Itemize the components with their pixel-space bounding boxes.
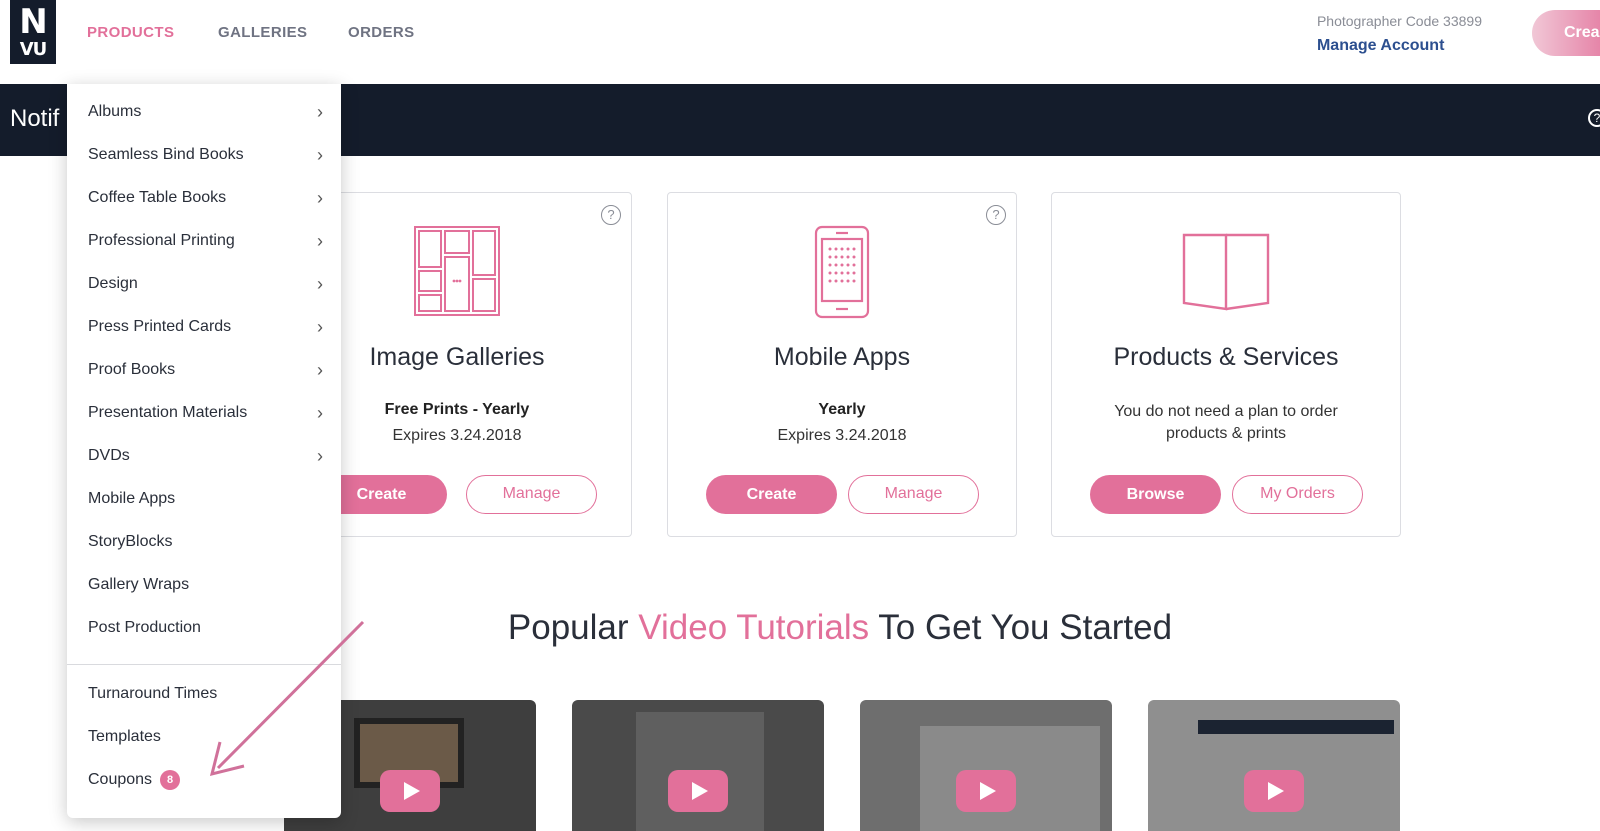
menu-item-mobile-apps[interactable]: Mobile Apps xyxy=(88,479,323,519)
menu-item-proof-books[interactable]: Proof Books › xyxy=(88,350,323,390)
nav-orders[interactable]: ORDERS xyxy=(348,24,415,41)
menu-item-press-printed-cards[interactable]: Press Printed Cards › xyxy=(88,307,323,347)
menu-item-label: Coffee Table Books xyxy=(88,189,227,206)
chevron-right-icon: › xyxy=(317,102,323,122)
question-icon[interactable]: ? xyxy=(601,205,621,225)
chevron-right-icon: › xyxy=(317,145,323,165)
nvu-logo[interactable]: N VU xyxy=(10,0,56,64)
plan-name: Yearly xyxy=(818,401,866,418)
tutorials-heading: Popular Video Tutorials To Get You Start… xyxy=(340,608,1340,648)
chevron-right-icon: › xyxy=(317,231,323,251)
card-title: Products & Services xyxy=(1113,343,1339,371)
logo-letters-vu: VU xyxy=(19,39,48,60)
gallery-grid-icon xyxy=(414,226,500,316)
menu-item-coffee-table-books[interactable]: Coffee Table Books › xyxy=(88,178,323,218)
menu-item-turnaround-times[interactable]: Turnaround Times xyxy=(88,674,323,714)
menu-item-design[interactable]: Design › xyxy=(88,264,323,304)
chevron-right-icon: › xyxy=(317,446,323,466)
play-icon[interactable] xyxy=(380,770,440,812)
menu-item-label: Design xyxy=(88,275,138,292)
manage-app-button[interactable]: Manage xyxy=(848,475,979,514)
card-products-services: Products & Services You do not need a pl… xyxy=(1051,192,1401,537)
chevron-right-icon: › xyxy=(317,188,323,208)
menu-item-albums[interactable]: Albums › xyxy=(88,92,323,132)
logo-letter-n: N xyxy=(19,2,47,42)
menu-item-label: Presentation Materials xyxy=(88,404,248,421)
video-thumbnail[interactable] xyxy=(1148,700,1400,831)
menu-item-seamless-bind-books[interactable]: Seamless Bind Books › xyxy=(88,135,323,175)
menu-item-post-production[interactable]: Post Production xyxy=(88,608,323,648)
app-root: N VU PRODUCTS GALLERIES ORDERS Photograp… xyxy=(0,0,1600,831)
create-app-button[interactable]: Create xyxy=(706,475,837,514)
chevron-right-icon: › xyxy=(317,403,323,423)
products-dropdown-menu: Albums › Seamless Bind Books › Coffee Tabl… xyxy=(67,84,341,818)
play-icon[interactable] xyxy=(956,770,1016,812)
heading-prefix: Popular xyxy=(507,608,639,647)
my-orders-button[interactable]: My Orders xyxy=(1232,475,1363,514)
menu-item-label: Mobile Apps xyxy=(88,490,176,507)
band-title: Notif xyxy=(10,105,60,132)
menu-item-presentation-materials[interactable]: Presentation Materials › xyxy=(88,393,323,433)
menu-item-dvds[interactable]: DVDs › xyxy=(88,436,323,476)
menu-item-label: Albums xyxy=(88,103,142,120)
play-icon[interactable] xyxy=(668,770,728,812)
dashboard-header-image xyxy=(1198,720,1394,734)
chevron-right-icon: › xyxy=(317,360,323,380)
top-navigation: N VU PRODUCTS GALLERIES ORDERS Photograp… xyxy=(0,0,1600,84)
video-thumbnail[interactable] xyxy=(572,700,824,831)
menu-item-label: DVDs xyxy=(88,447,130,464)
heading-highlight: Video Tutorials xyxy=(638,608,870,647)
nav-products[interactable]: PRODUCTS xyxy=(87,24,174,41)
heading-suffix: To Get You Started xyxy=(869,608,1173,647)
card-title: Mobile Apps xyxy=(773,343,911,371)
plan-expiry: Expires 3.24.2018 xyxy=(777,427,907,444)
menu-item-label: Coupons xyxy=(88,771,153,788)
menu-item-templates[interactable]: Templates xyxy=(88,717,323,757)
photographer-code: Photographer Code 33899 xyxy=(1316,13,1482,29)
menu-item-label: Turnaround Times xyxy=(88,685,218,702)
open-book-icon xyxy=(1182,233,1270,311)
menu-item-coupons[interactable]: Coupons 8 xyxy=(88,760,323,800)
menu-item-professional-printing[interactable]: Professional Printing › xyxy=(88,221,323,261)
menu-item-gallery-wraps[interactable]: Gallery Wraps xyxy=(88,565,323,605)
menu-item-label: StoryBlocks xyxy=(88,533,173,550)
account-block: Photographer Code 33899 Manage Account xyxy=(1317,13,1482,55)
nav-galleries[interactable]: GALLERIES xyxy=(218,24,307,41)
menu-item-label: Gallery Wraps xyxy=(88,576,190,593)
chevron-right-icon: › xyxy=(317,317,323,337)
menu-item-label: Professional Printing xyxy=(88,232,235,249)
video-thumbnail[interactable] xyxy=(860,700,1112,831)
menu-item-label: Seamless Bind Books xyxy=(88,146,244,163)
manage-account-link[interactable]: Manage Account xyxy=(1317,37,1482,55)
manage-gallery-button[interactable]: Manage xyxy=(466,475,597,514)
help-icon[interactable]: ? xyxy=(1588,109,1600,127)
menu-item-label: Post Production xyxy=(88,619,201,636)
card-mobile-apps: ? Mobile Apps Yearly Expires 3.24.2018 C… xyxy=(667,192,1017,537)
create-button[interactable]: Crea xyxy=(1532,10,1600,56)
menu-item-label: Proof Books xyxy=(88,361,176,378)
chevron-right-icon: › xyxy=(317,274,323,294)
menu-item-storyblocks[interactable]: StoryBlocks xyxy=(88,522,323,562)
menu-item-label: Press Printed Cards xyxy=(88,318,232,335)
card-description: You do not need a plan to order products… xyxy=(1114,403,1338,442)
mobile-phone-icon xyxy=(814,225,870,319)
play-icon[interactable] xyxy=(1244,770,1304,812)
browse-button[interactable]: Browse xyxy=(1090,475,1221,514)
question-icon[interactable]: ? xyxy=(986,205,1006,225)
menu-item-label: Templates xyxy=(88,728,161,745)
coupon-count-badge: 8 xyxy=(160,769,181,790)
menu-divider xyxy=(67,664,341,665)
